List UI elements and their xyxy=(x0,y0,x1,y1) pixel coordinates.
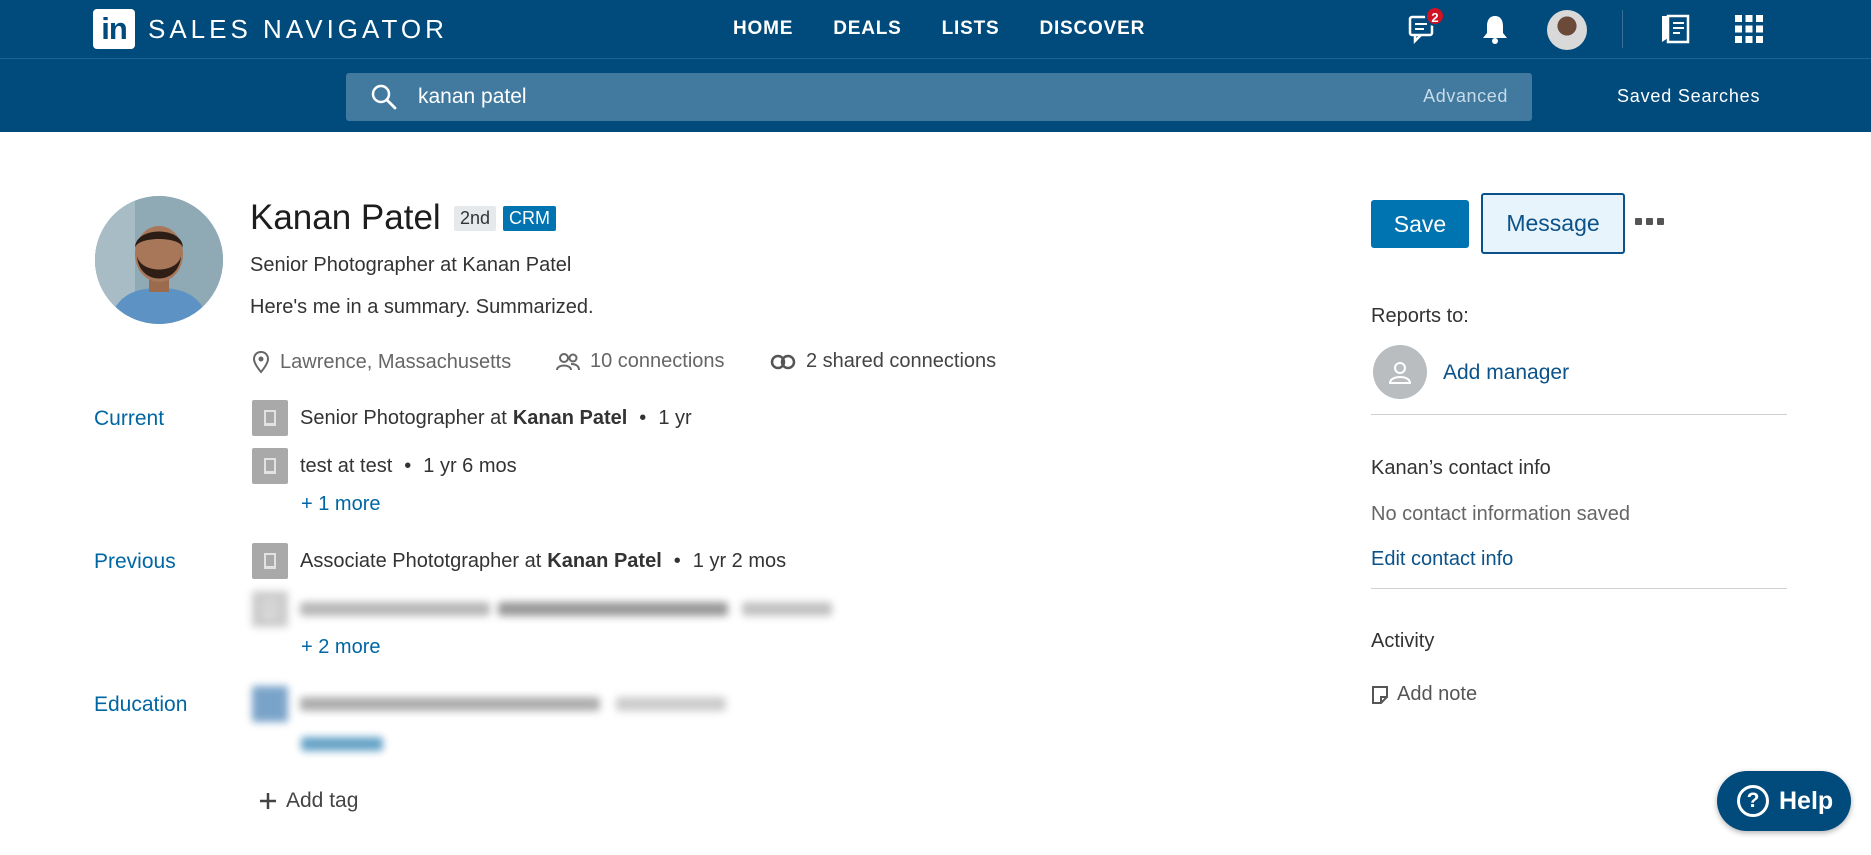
company-logo-icon xyxy=(252,400,288,436)
search-input[interactable] xyxy=(418,73,1318,121)
add-manager-link[interactable]: Add manager xyxy=(1443,361,1569,385)
company-logo-icon xyxy=(252,543,288,579)
connection-degree-badge: 2nd xyxy=(454,206,497,231)
person-placeholder-icon xyxy=(1388,362,1412,384)
search-bar-region: Advanced Saved Searches xyxy=(0,58,1871,132)
notifications-button[interactable] xyxy=(1476,10,1514,48)
user-avatar[interactable] xyxy=(1547,10,1587,50)
plus-icon xyxy=(260,793,276,809)
blurred-text xyxy=(300,602,490,616)
manager-placeholder-avatar xyxy=(1373,345,1427,399)
messages-button[interactable]: 2 xyxy=(1405,6,1445,48)
divider xyxy=(1371,414,1787,415)
nav-lists[interactable]: LISTS xyxy=(942,17,1000,41)
help-label: Help xyxy=(1779,786,1834,815)
previous-more-link[interactable]: + 2 more xyxy=(301,636,380,659)
search-icon xyxy=(371,84,397,110)
add-tag-label: Add tag xyxy=(286,789,359,812)
position-company[interactable]: Kanan Patel xyxy=(547,550,661,573)
blurred-position-row xyxy=(252,590,832,628)
blurred-text xyxy=(498,602,728,616)
messages-badge: 2 xyxy=(1425,6,1445,26)
position-company[interactable]: Kanan Patel xyxy=(513,407,627,430)
divider xyxy=(1371,588,1787,589)
note-icon xyxy=(1372,685,1388,704)
profile-headline: Senior Photographer at Kanan Patel xyxy=(250,254,572,276)
separator-dot: • xyxy=(404,454,412,477)
current-more-link[interactable]: + 1 more xyxy=(301,493,380,516)
blurred-text xyxy=(301,737,383,751)
position-duration: 1 yr xyxy=(658,406,692,429)
help-button[interactable]: ? Help xyxy=(1717,771,1851,831)
ellipsis-icon xyxy=(1646,217,1653,225)
add-note-button[interactable]: Add note xyxy=(1371,683,1477,706)
position-row: test at test • 1 yr 6 mos xyxy=(252,447,517,485)
main-nav: HOME DEALS LISTS DISCOVER xyxy=(733,17,1185,41)
people-icon xyxy=(556,352,580,370)
shared-connections-icon xyxy=(770,354,796,369)
crm-badge[interactable]: CRM xyxy=(503,206,556,231)
position-row: Associate Phototgrapher at Kanan Patel •… xyxy=(252,542,786,580)
section-education-label: Education xyxy=(94,693,188,716)
edit-contact-link[interactable]: Edit contact info xyxy=(1371,548,1513,571)
blurred-text xyxy=(616,697,726,711)
section-previous-label: Previous xyxy=(94,550,176,573)
connections-text: 10 connections xyxy=(590,350,725,372)
apps-button[interactable] xyxy=(1730,10,1768,48)
no-contact-text: No contact information saved xyxy=(1371,503,1631,525)
add-tag-button[interactable]: Add tag xyxy=(258,789,358,813)
location-text: Lawrence, Massachusetts xyxy=(280,350,512,373)
position-title: test at test xyxy=(300,454,393,477)
position-duration: 1 yr 2 mos xyxy=(692,549,787,572)
reports-to-label: Reports to: xyxy=(1371,305,1469,327)
profile-summary: Here's me in a summary. Summarized. xyxy=(250,296,594,318)
position-row: Senior Photographer at Kanan Patel • 1 y… xyxy=(252,399,692,437)
document-flag-icon xyxy=(1662,14,1690,44)
more-actions-button[interactable] xyxy=(1635,206,1675,236)
separator-dot: • xyxy=(639,406,647,429)
nav-discover[interactable]: DISCOVER xyxy=(1039,17,1145,41)
ellipsis-icon xyxy=(1635,217,1642,225)
profile-name: Kanan Patel xyxy=(250,198,441,237)
position-duration: 1 yr 6 mos xyxy=(423,454,517,477)
blurred-education-more xyxy=(301,725,383,763)
brand-name: SALES NAVIGATOR xyxy=(148,14,448,44)
grid-icon xyxy=(1735,15,1763,43)
blurred-text xyxy=(300,697,600,711)
linkedin-logo[interactable]: in xyxy=(93,9,135,49)
top-navigation-bar: in SALES NAVIGATOR HOME DEALS LISTS DISC… xyxy=(0,0,1871,58)
blurred-education-row xyxy=(252,685,726,723)
nav-home[interactable]: HOME xyxy=(733,17,793,41)
bell-icon xyxy=(1483,16,1507,44)
nav-divider xyxy=(1622,10,1623,48)
advanced-search-link[interactable]: Advanced xyxy=(1423,86,1508,107)
search-box[interactable]: Advanced xyxy=(346,73,1532,121)
question-icon: ? xyxy=(1737,785,1769,817)
saved-searches-link[interactable]: Saved Searches xyxy=(1617,86,1760,107)
location: Lawrence, Massachusetts xyxy=(252,350,511,374)
admin-button[interactable] xyxy=(1656,10,1694,48)
section-current-label: Current xyxy=(94,407,165,430)
nav-deals[interactable]: DEALS xyxy=(833,17,901,41)
shared-connections-text: 2 shared connections xyxy=(806,350,997,372)
school-logo-icon xyxy=(252,686,288,722)
company-logo-icon xyxy=(252,591,288,627)
connections[interactable]: 10 connections xyxy=(556,350,725,373)
location-pin-icon xyxy=(252,350,270,374)
save-button[interactable]: Save xyxy=(1371,200,1469,248)
activity-title: Activity xyxy=(1371,630,1435,652)
message-button[interactable]: Message xyxy=(1481,193,1625,254)
blurred-text xyxy=(742,602,832,616)
add-note-label: Add note xyxy=(1397,683,1478,705)
profile-photo xyxy=(95,196,223,324)
person-photo-icon xyxy=(95,196,223,324)
position-title: Associate Phototgrapher at xyxy=(300,549,542,572)
shared-connections[interactable]: 2 shared connections xyxy=(770,350,996,373)
company-logo-icon xyxy=(252,448,288,484)
ellipsis-icon xyxy=(1657,217,1664,225)
contact-info-title: Kanan’s contact info xyxy=(1371,457,1551,479)
position-title: Senior Photographer at xyxy=(300,406,507,429)
separator-dot: • xyxy=(673,549,681,572)
